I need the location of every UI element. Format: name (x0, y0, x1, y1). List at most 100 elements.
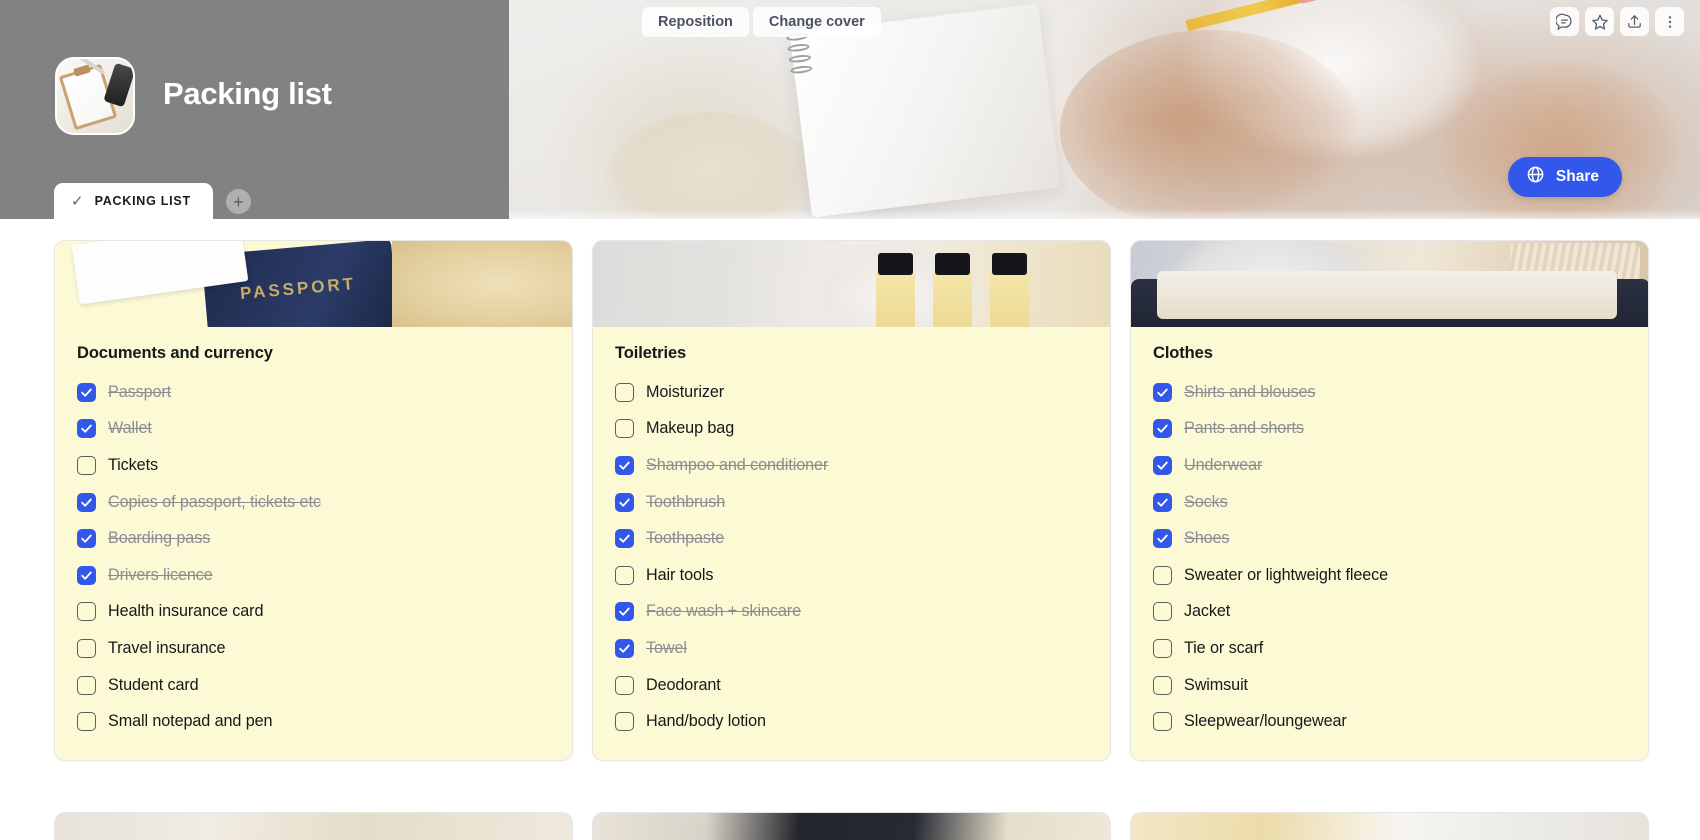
checklist-item-label: Travel insurance (108, 638, 226, 657)
checkbox-icon[interactable] (77, 419, 96, 439)
card-body: Clothes Shirts and blouses Pants and sho… (1131, 327, 1648, 760)
checkbox-icon[interactable] (1153, 638, 1172, 658)
check-icon: ✓ (71, 192, 84, 210)
checkbox-icon[interactable] (615, 492, 634, 512)
checkbox-icon[interactable] (1153, 419, 1172, 439)
card-title: Toiletries (615, 344, 687, 362)
checkbox-icon[interactable] (615, 675, 634, 695)
checklist-card[interactable]: Toiletries Moisturizer Makeup bag Shampo… (592, 240, 1111, 761)
checklist-item[interactable]: Shoes (1153, 520, 1626, 557)
more-options-icon[interactable] (1655, 7, 1684, 36)
checklist-item-label: Health insurance card (108, 602, 264, 621)
checklist-item[interactable]: Swimsuit (1153, 667, 1626, 704)
checklist-item-label: Small notepad and pen (108, 712, 273, 731)
checkbox-icon[interactable] (77, 675, 96, 695)
checklist-item[interactable]: Socks (1153, 484, 1626, 521)
checklist-item[interactable]: Face wash + skincare (615, 594, 1088, 631)
checklist-card[interactable]: PASSPORT Documents and currency Passport… (54, 240, 573, 761)
card-body: Documents and currency Passport Wallet T… (55, 327, 572, 760)
add-tab-button[interactable]: + (225, 189, 251, 214)
checklist-item[interactable]: Tickets (77, 447, 550, 484)
checklist-item[interactable]: Wallet (77, 411, 550, 448)
star-icon[interactable] (1585, 7, 1614, 36)
checklist-item[interactable]: Towel (615, 630, 1088, 667)
cover-bottom-fade (509, 209, 1700, 219)
checklist-item[interactable]: Toothbrush (615, 484, 1088, 521)
checklist-item[interactable]: Shampoo and conditioner (615, 447, 1088, 484)
checklist-item[interactable]: Hair tools (615, 557, 1088, 594)
checklist-item-label: Hand/body lotion (646, 712, 766, 731)
checklist-item-label: Boarding pass (108, 529, 211, 548)
checklist-item[interactable]: Travel insurance (77, 630, 550, 667)
checkbox-icon[interactable] (1153, 529, 1172, 549)
checklist-item[interactable]: Makeup bag (615, 411, 1088, 448)
checkbox-icon[interactable] (1153, 492, 1172, 512)
checklist-card[interactable] (54, 812, 573, 840)
checklist-item-label: Shirts and blouses (1184, 382, 1316, 401)
checklist-card[interactable] (592, 812, 1111, 840)
card-title: Clothes (1153, 344, 1213, 362)
next-row-cards (54, 812, 1649, 840)
checkbox-icon[interactable] (77, 638, 96, 658)
checklist-item[interactable]: Copies of passport, tickets etc (77, 484, 550, 521)
checklist-card[interactable] (1130, 812, 1649, 840)
checklist-item-label: Jacket (1184, 602, 1231, 621)
change-cover-button[interactable]: Change cover (752, 7, 881, 37)
checklist-item[interactable]: Pants and shorts (1153, 411, 1626, 448)
bottle-decor (933, 253, 972, 327)
checkbox-icon[interactable] (1153, 382, 1172, 402)
checkbox-icon[interactable] (615, 455, 634, 475)
checkbox-icon[interactable] (615, 712, 634, 732)
checkbox-icon[interactable] (1153, 712, 1172, 732)
checklist-item[interactable]: Jacket (1153, 594, 1626, 631)
checkbox-icon[interactable] (77, 712, 96, 732)
checklist-item-label: Tie or scarf (1184, 638, 1264, 657)
checkbox-icon[interactable] (1153, 675, 1172, 695)
checklist-item[interactable]: Small notepad and pen (77, 703, 550, 740)
checklist-item[interactable]: Toothpaste (615, 520, 1088, 557)
page-title: Packing list (163, 76, 332, 111)
checkbox-icon[interactable] (615, 565, 634, 585)
board-column: Toiletries Moisturizer Makeup bag Shampo… (592, 240, 1111, 840)
checklist-item[interactable]: Student card (77, 667, 550, 704)
share-button[interactable]: Share (1507, 157, 1622, 197)
checkbox-icon[interactable] (615, 638, 634, 658)
suitcase-inner-decor (1157, 271, 1617, 319)
checkbox-icon[interactable] (1153, 602, 1172, 622)
checkbox-icon[interactable] (77, 565, 96, 585)
checklist-item[interactable]: Deodorant (615, 667, 1088, 704)
tab-packing-list[interactable]: ✓ PACKING LIST (54, 183, 213, 219)
checkbox-icon[interactable] (77, 492, 96, 512)
checklist-item[interactable]: Sweater or lightweight fleece (1153, 557, 1626, 594)
checklist-item[interactable]: Hand/body lotion (615, 703, 1088, 740)
share-upload-icon[interactable] (1620, 7, 1649, 36)
tab-label: PACKING LIST (94, 194, 191, 208)
checkbox-icon[interactable] (1153, 565, 1172, 585)
checkbox-icon[interactable] (77, 602, 96, 622)
checkbox-icon[interactable] (77, 382, 96, 402)
checkbox-icon[interactable] (615, 602, 634, 622)
checkbox-icon[interactable] (615, 382, 634, 402)
checklist-item-label: Face wash + skincare (646, 602, 801, 621)
checklist-item[interactable]: Tie or scarf (1153, 630, 1626, 667)
checkbox-icon[interactable] (615, 419, 634, 439)
checklist-item[interactable]: Underwear (1153, 447, 1626, 484)
checkbox-icon[interactable] (1153, 455, 1172, 475)
checklist-item[interactable]: Sleepwear/loungewear (1153, 703, 1626, 740)
reposition-button[interactable]: Reposition (642, 7, 749, 37)
paper-decor (71, 241, 249, 305)
checklist-item[interactable]: Drivers licence (77, 557, 550, 594)
checklist-item[interactable]: Health insurance card (77, 594, 550, 631)
globe-icon (1526, 165, 1545, 189)
checklist-item[interactable]: Boarding pass (77, 520, 550, 557)
checkbox-icon[interactable] (77, 529, 96, 549)
checklist-item[interactable]: Passport (77, 374, 550, 411)
checkbox-icon[interactable] (77, 455, 96, 475)
checklist-item-label: Toothpaste (646, 529, 725, 548)
comment-icon[interactable] (1550, 7, 1579, 36)
checklist-item-label: Moisturizer (646, 382, 725, 401)
checkbox-icon[interactable] (615, 529, 634, 549)
checklist-card[interactable]: Clothes Shirts and blouses Pants and sho… (1130, 240, 1649, 761)
checklist-item[interactable]: Shirts and blouses (1153, 374, 1626, 411)
checklist-item[interactable]: Moisturizer (615, 374, 1088, 411)
